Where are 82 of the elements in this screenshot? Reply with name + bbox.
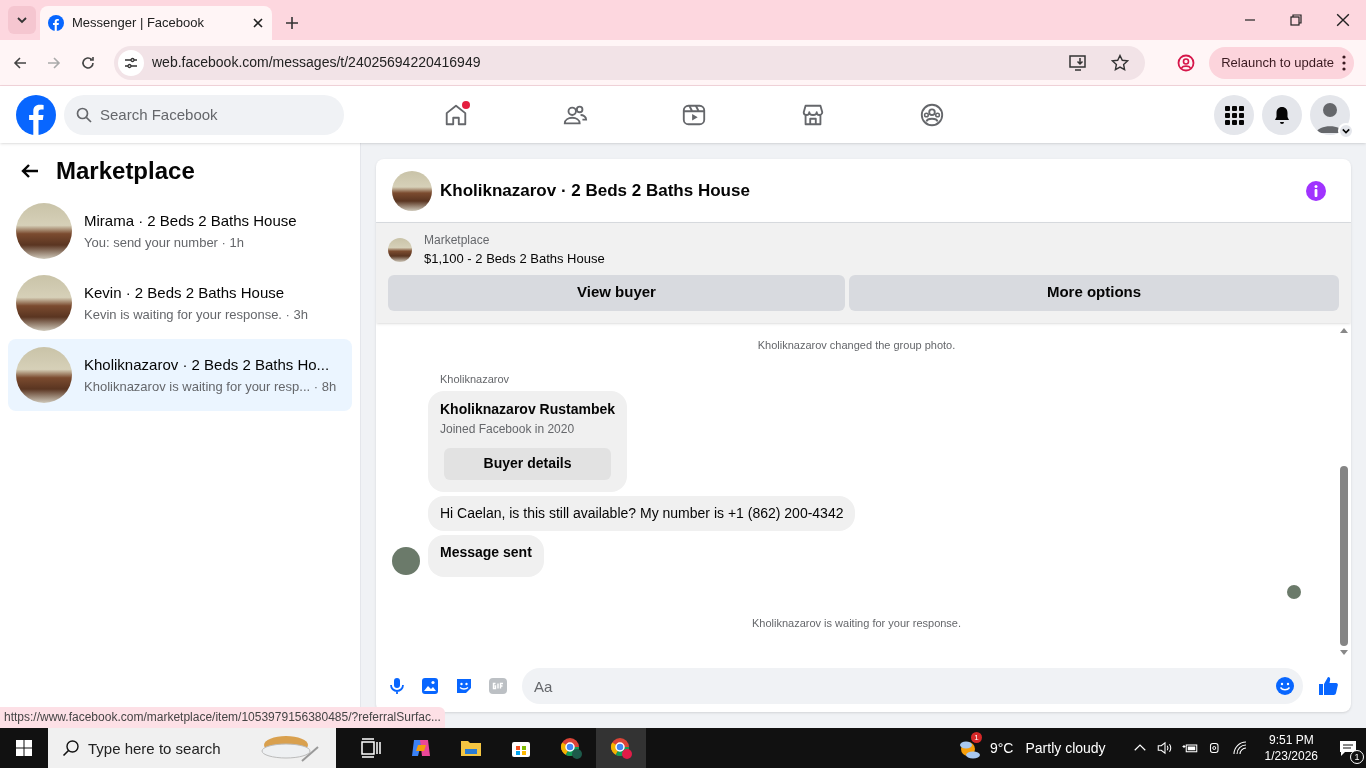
view-buyer-button[interactable]: View buyer [388, 274, 845, 311]
browser-tab[interactable]: Messenger | Facebook [40, 6, 272, 40]
seen-avatar [1287, 584, 1301, 599]
relaunch-button[interactable]: Relaunch to update [1209, 46, 1354, 79]
bell-icon [1272, 104, 1292, 125]
temperature: 9°C [989, 738, 1014, 758]
listing-photo [16, 203, 72, 259]
weather-condition: Partly cloudy [1025, 738, 1106, 758]
notification-center-button[interactable]: 1 [1330, 728, 1366, 768]
system-message: Kholiknazarov changed the group photo. [757, 337, 956, 353]
address-bar[interactable]: web.facebook.com/messages/t/24025694220416949 [114, 45, 1146, 80]
profile-icon[interactable] [1177, 53, 1196, 72]
system-message: Kholiknazarov is waiting for your response. [751, 615, 962, 631]
listing-title: $1,100 - 2 Beds 2 Baths House [424, 250, 605, 268]
notifications-button[interactable] [1262, 94, 1302, 135]
windows-logo-icon [16, 740, 32, 756]
listing-source: Marketplace [424, 232, 491, 249]
scroll-up-arrow-icon[interactable] [1340, 326, 1348, 335]
scroll-down-arrow-icon[interactable] [1340, 648, 1348, 656]
people-circle-icon[interactable] [918, 101, 945, 128]
message-bubble: Message sent [428, 534, 544, 577]
tab-title: Messenger | Facebook [72, 14, 205, 33]
url-text: web.facebook.com/messages/t/24025694220416949 [152, 53, 482, 72]
plus-icon[interactable] [285, 16, 299, 30]
back-arrow-icon[interactable] [12, 54, 28, 71]
search-field[interactable]: Search Facebook [64, 94, 344, 135]
account-button[interactable] [1310, 94, 1350, 135]
task-view-icon[interactable] [359, 736, 383, 760]
emoji-icon[interactable] [1275, 676, 1295, 696]
conversation-name: Kholiknazarov · 2 Beds 2 Baths Ho... [84, 355, 331, 375]
weather-badge: 1 [970, 732, 982, 743]
message-icon [1338, 738, 1358, 758]
group-photo [392, 170, 432, 211]
buyer-details-button[interactable]: Buyer details [444, 447, 612, 480]
tab-list-button[interactable] [8, 6, 36, 34]
microphone-icon[interactable] [388, 677, 406, 695]
clock-time: 9:51 PM [1268, 732, 1314, 748]
star-icon[interactable] [1111, 53, 1130, 72]
chevron-down-icon [1342, 126, 1350, 135]
scrollbar-thumb[interactable] [1340, 466, 1348, 646]
restore-icon[interactable] [1290, 14, 1302, 26]
browser-icon[interactable] [559, 736, 583, 760]
grid-menu-icon [1224, 104, 1244, 125]
conversation-name: Mirama · 2 Beds 2 Baths House [84, 211, 297, 231]
chat-title: Kholiknazarov · 2 Beds 2 Baths House [440, 179, 751, 202]
status-url: https://www.facebook.com/marketplace/item/1053979156380485/?referralSurfac... [0, 707, 445, 728]
menu-button[interactable] [1214, 94, 1254, 135]
site-settings-icon[interactable] [124, 55, 138, 70]
search-icon [62, 739, 80, 757]
message-preview: Kevin is waiting for your response. · 3h [84, 305, 308, 324]
message-bubble: Hi Caelan, is this still available? My number is +1 (862) 200-4342 [428, 495, 856, 531]
info-icon[interactable] [1305, 179, 1327, 202]
thumbs-up-icon[interactable] [1317, 675, 1339, 697]
message-preview: You: send your number · 1h [84, 233, 245, 252]
image-icon[interactable] [420, 676, 440, 696]
profile-subtitle: Joined Facebook in 2020 [440, 420, 576, 438]
close-icon[interactable] [1336, 13, 1350, 27]
facebook-logo-icon[interactable] [16, 94, 56, 135]
chevron-down-icon [16, 14, 28, 26]
reload-icon[interactable] [80, 54, 96, 71]
search-icon [76, 106, 92, 123]
listing-photo [16, 347, 72, 403]
message-field[interactable]: Aa [522, 668, 1303, 704]
more-vertical-icon [1342, 54, 1346, 71]
install-app-icon[interactable] [1069, 53, 1088, 72]
browser-icon[interactable] [609, 736, 633, 760]
sender-name: Kholiknazarov [439, 372, 511, 387]
notification-count: 1 [1350, 750, 1364, 764]
listing-photo [388, 237, 412, 262]
clock-date: 1/23/2026 [1264, 748, 1318, 764]
taskbar-search-field[interactable]: Type here to search [48, 728, 336, 768]
profile-name: Kholiknazarov Rustambek [440, 399, 616, 419]
message-preview: Kholiknazarov is waiting for your resp... · 8h [84, 377, 337, 396]
clock[interactable]: 9:51 PM 1/23/2026 [1264, 732, 1318, 764]
conversation-name: Kevin · 2 Beds 2 Baths House [84, 283, 286, 303]
conversation-item[interactable]: Kholiknazarov · 2 Beds 2 Baths Ho... Kholiknazarov is waiting for your resp... · 8h [8, 339, 352, 411]
close-icon[interactable] [252, 17, 264, 29]
sticker-icon[interactable] [454, 676, 474, 696]
listing-photo [16, 275, 72, 331]
more-options-button[interactable]: More options [849, 274, 1339, 311]
sidebar-title: Marketplace [56, 156, 195, 186]
facebook-logo-icon [48, 15, 64, 31]
